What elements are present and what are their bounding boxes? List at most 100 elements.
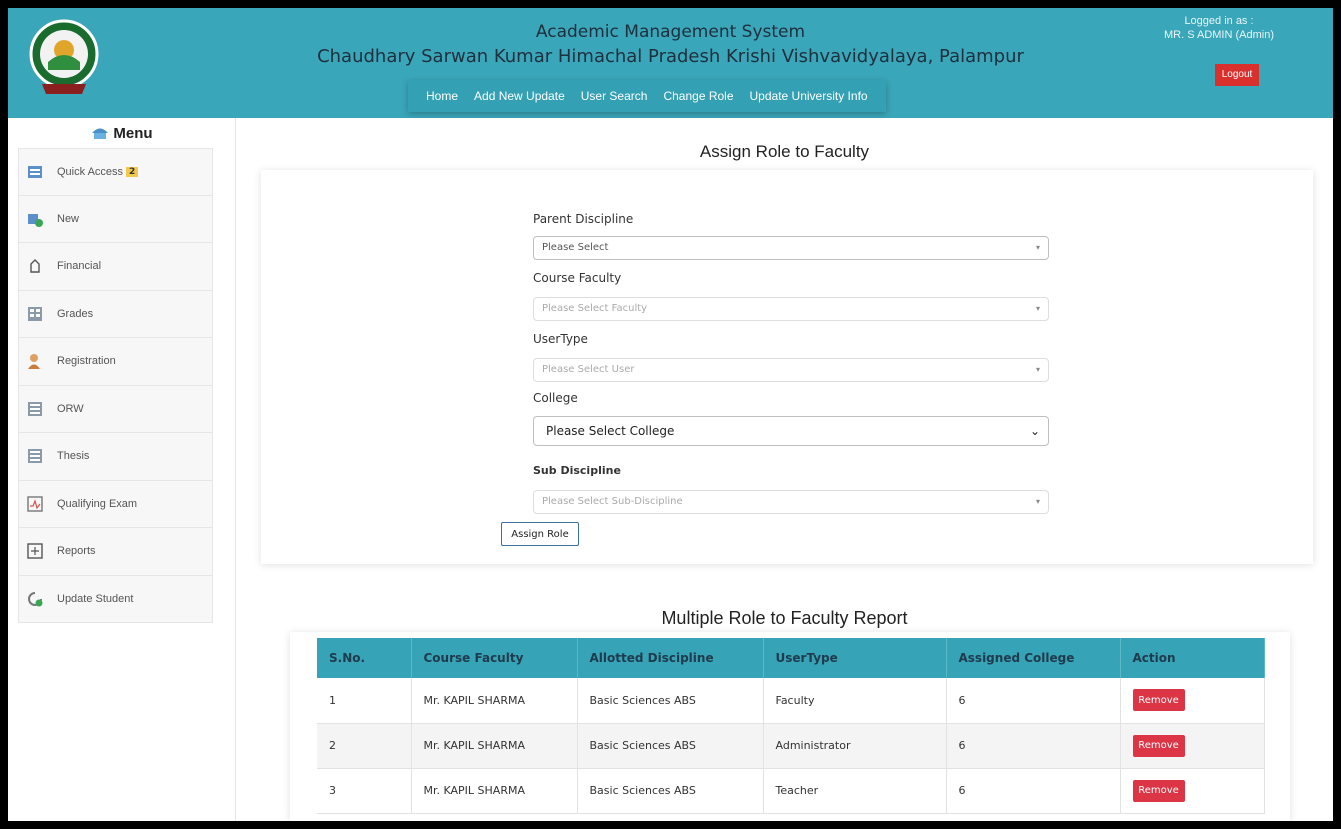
sidebar-item-label: Qualifying Exam xyxy=(57,497,138,510)
assign-role-form: Parent Discipline Please Select ▾ Course… xyxy=(261,170,1313,564)
course-faculty-value: Please Select Faculty xyxy=(542,303,648,314)
nav-home[interactable]: Home xyxy=(426,89,458,103)
sidebar-item-registration[interactable]: Registration xyxy=(18,338,213,386)
registration-icon xyxy=(28,354,40,370)
sidebar-item-label: Grades xyxy=(57,307,94,320)
table-header-row: S.No. Course Faculty Allotted Discipline… xyxy=(317,638,1265,678)
nav-add-new-update[interactable]: Add New Update xyxy=(474,89,565,103)
parent-discipline-value: Please Select xyxy=(542,242,609,253)
sidebar-item-label: Registration xyxy=(57,355,116,368)
logged-in-user: MR. S ADMIN (Admin) xyxy=(1163,29,1274,41)
cell-sno: 3 xyxy=(317,768,412,814)
column-header-assigned-college: Assigned College xyxy=(946,638,1121,678)
remove-button[interactable]: Remove xyxy=(1132,689,1185,712)
logged-in-label: Logged in as : xyxy=(1184,15,1254,27)
logout-button[interactable]: Logout xyxy=(1215,64,1259,86)
report-title: Multiple Role to Faculty Report xyxy=(661,608,908,628)
new-icon xyxy=(28,213,43,227)
sidebar-item-grades[interactable]: Grades xyxy=(18,290,213,338)
cell-course-faculty: Mr. KAPIL SHARMA xyxy=(411,768,578,814)
reports-icon xyxy=(27,543,43,559)
cell-course-faculty: Mr. KAPIL SHARMA xyxy=(411,723,578,769)
cell-course-faculty: Mr. KAPIL SHARMA xyxy=(411,678,578,724)
sidebar-item-label: ORW xyxy=(57,402,84,415)
cell-sno: 2 xyxy=(317,723,412,769)
menu-title: Menu xyxy=(113,125,153,142)
cell-allotted-discipline: Basic Sciences ABS xyxy=(577,678,764,724)
cell-assigned-college: 6 xyxy=(946,723,1121,769)
sidebar-item-label: Financial xyxy=(57,260,102,273)
menu-heading: Menu xyxy=(8,120,236,148)
column-header-allotted-discipline: Allotted Discipline xyxy=(577,638,764,678)
sidebar-item-quick-access[interactable]: Quick Access 2 xyxy=(18,148,213,196)
college-select[interactable]: Please Select College ⌄ xyxy=(533,416,1049,446)
nav-change-role[interactable]: Change Role xyxy=(663,89,733,103)
sidebar-item-new[interactable]: New xyxy=(18,195,213,243)
sidebar-item-thesis[interactable]: Thesis xyxy=(18,433,213,481)
cell-action: Remove xyxy=(1120,768,1265,814)
update-student-icon xyxy=(28,591,43,607)
cell-allotted-discipline: Basic Sciences ABS xyxy=(577,723,764,769)
usertype-select[interactable]: Please Select User ▾ xyxy=(533,358,1049,382)
sub-discipline-select[interactable]: Please Select Sub-Discipline ▾ xyxy=(533,490,1049,514)
sidebar-item-label: Thesis xyxy=(57,450,90,463)
financial-icon xyxy=(30,259,40,273)
caret-down-icon: ▾ xyxy=(1035,304,1040,313)
sidebar-item-orw[interactable]: ORW xyxy=(18,385,213,433)
column-header-usertype: UserType xyxy=(763,638,947,678)
usertype-label: UserType xyxy=(533,332,588,346)
assign-role-button[interactable]: Assign Role xyxy=(501,522,579,546)
sub-discipline-value: Please Select Sub-Discipline xyxy=(542,496,683,507)
sidebar-item-update-student[interactable]: Update Student xyxy=(18,575,213,623)
sidebar-menu: Quick Access 2 New Financial Grades Regi… xyxy=(18,148,213,623)
menu-home-icon xyxy=(92,128,109,139)
column-header-course-faculty: Course Faculty xyxy=(411,638,578,678)
table-row: 3 Mr. KAPIL SHARMA Basic Sciences ABS Te… xyxy=(317,768,1265,814)
chevron-down-icon: ⌄ xyxy=(1029,424,1040,438)
parent-discipline-select[interactable]: Please Select ▾ xyxy=(533,236,1049,260)
sidebar: Menu Quick Access 2 New Financial Grades xyxy=(8,118,236,821)
sidebar-item-financial[interactable]: Financial xyxy=(18,243,213,291)
header-bar: Academic Management System Chaudhary Sar… xyxy=(8,8,1333,118)
caret-down-icon: ▾ xyxy=(1035,243,1040,252)
course-faculty-select[interactable]: Please Select Faculty ▾ xyxy=(533,297,1049,321)
qualifying-exam-icon xyxy=(27,496,43,512)
column-header-sno: S.No. xyxy=(317,638,412,678)
cell-usertype: Teacher xyxy=(763,768,947,814)
remove-button[interactable]: Remove xyxy=(1132,779,1185,802)
quick-access-icon xyxy=(28,165,42,178)
cell-usertype: Faculty xyxy=(763,678,947,724)
university-name: Chaudhary Sarwan Kumar Himachal Pradesh … xyxy=(317,46,1024,67)
table-row: 2 Mr. KAPIL SHARMA Basic Sciences ABS Ad… xyxy=(317,723,1265,769)
app-window: Academic Management System Chaudhary Sar… xyxy=(8,8,1333,821)
report-table: S.No. Course Faculty Allotted Discipline… xyxy=(317,638,1265,814)
report-table-card: S.No. Course Faculty Allotted Discipline… xyxy=(290,632,1290,821)
sub-discipline-label: Sub Discipline xyxy=(533,464,621,477)
cell-action: Remove xyxy=(1120,678,1265,724)
cell-usertype: Administrator xyxy=(763,723,947,769)
thesis-icon xyxy=(28,449,42,464)
login-info: Logged in as : MR. S ADMIN (Admin) xyxy=(1119,14,1319,42)
college-label: College xyxy=(533,391,578,405)
grades-icon xyxy=(28,306,42,321)
nav-update-university-info[interactable]: Update University Info xyxy=(750,89,868,103)
cell-assigned-college: 6 xyxy=(946,768,1121,814)
column-header-action: Action xyxy=(1120,638,1265,678)
caret-down-icon: ▾ xyxy=(1035,365,1040,374)
cell-allotted-discipline: Basic Sciences ABS xyxy=(577,768,764,814)
sidebar-item-label: Update Student xyxy=(57,592,134,605)
caret-down-icon: ▾ xyxy=(1035,497,1040,506)
sidebar-item-qualifying-exam[interactable]: Qualifying Exam xyxy=(18,480,213,528)
sidebar-item-label: Quick Access xyxy=(57,165,124,178)
course-faculty-label: Course Faculty xyxy=(533,271,622,285)
orw-icon xyxy=(28,401,42,416)
college-value: Please Select College xyxy=(546,424,675,438)
usertype-value: Please Select User xyxy=(542,364,635,375)
page-title: Assign Role to Faculty xyxy=(699,142,870,161)
table-row: 1 Mr. KAPIL SHARMA Basic Sciences ABS Fa… xyxy=(317,678,1265,724)
sidebar-item-label: Reports xyxy=(57,545,96,558)
sidebar-item-label: New xyxy=(57,212,80,225)
remove-button[interactable]: Remove xyxy=(1132,734,1185,757)
sidebar-item-reports[interactable]: Reports xyxy=(18,528,213,576)
nav-user-search[interactable]: User Search xyxy=(581,89,648,103)
